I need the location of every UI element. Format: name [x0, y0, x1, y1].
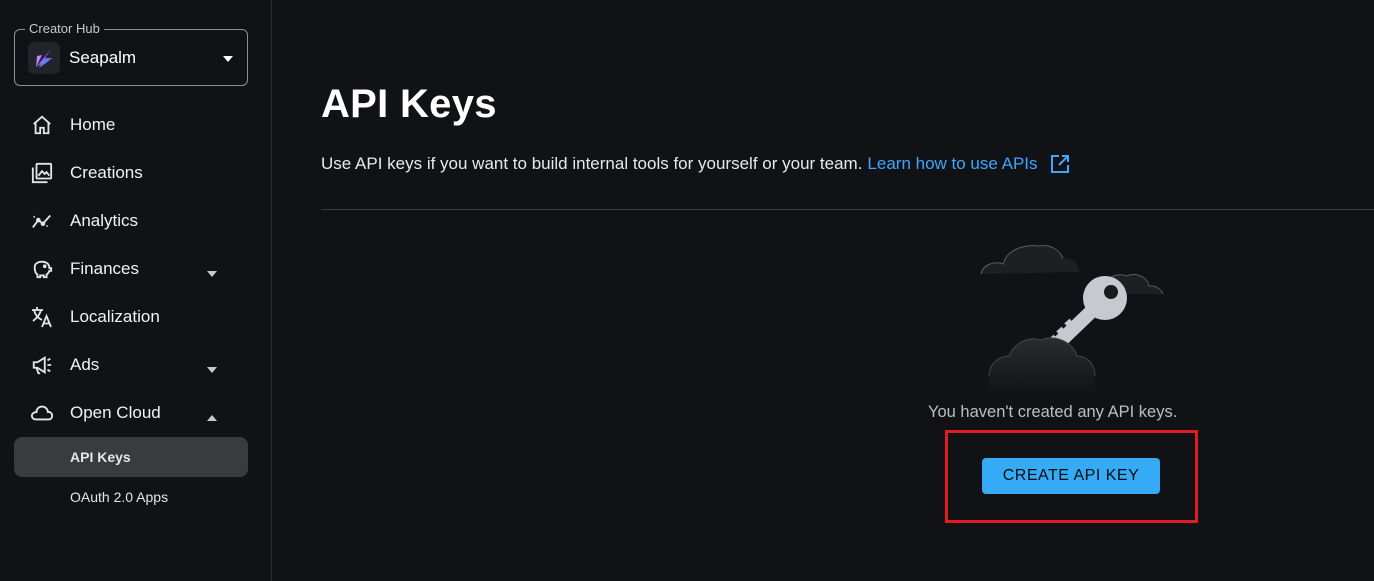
sidebar-item-creations[interactable]: Creations	[0, 149, 272, 197]
sidebar-subitem-label: API Keys	[70, 449, 131, 465]
sidebar-item-label: Localization	[70, 307, 160, 326]
sidebar-item-finances[interactable]: Finances	[0, 245, 272, 293]
sidebar-subitem-api-keys[interactable]: API Keys	[14, 437, 248, 477]
home-icon	[30, 113, 54, 137]
page-description: Use API keys if you want to build intern…	[321, 154, 1070, 174]
create-api-key-button[interactable]: CREATE API KEY	[982, 458, 1160, 494]
sidebar-nav: Home Creations Analytics Finances Locali…	[0, 101, 272, 517]
piggy-bank-icon	[30, 257, 54, 281]
sidebar-item-ads[interactable]: Ads	[0, 341, 272, 389]
creator-hub-label: Creator Hub	[25, 21, 104, 37]
translate-icon	[30, 305, 54, 329]
sidebar-item-label: Ads	[70, 355, 100, 374]
main-content: API Keys Use API keys if you want to bui…	[321, 0, 1374, 581]
divider	[321, 209, 1374, 210]
image-stack-icon	[30, 161, 54, 185]
caret-down-icon	[207, 360, 217, 378]
sidebar-item-label: Finances	[70, 259, 139, 278]
creator-hub-selector[interactable]: Creator Hub Seapalm	[14, 21, 248, 86]
caret-up-icon	[207, 408, 217, 426]
learn-apis-link[interactable]: Learn how to use APIs	[867, 154, 1069, 174]
sidebar-item-label: Creations	[70, 163, 143, 182]
page-title: API Keys	[321, 82, 497, 126]
caret-down-icon	[223, 49, 233, 67]
sidebar: Creator Hub Seapalm Home Creations Analy…	[0, 0, 272, 581]
learn-apis-link-label: Learn how to use APIs	[867, 154, 1038, 173]
experience-logo-icon	[28, 41, 60, 74]
external-link-icon	[1050, 154, 1070, 174]
sidebar-item-label: Home	[70, 115, 116, 134]
key-in-clouds-illustration	[961, 236, 1191, 396]
sidebar-item-analytics[interactable]: Analytics	[0, 197, 272, 245]
empty-state-message: You haven't created any API keys.	[928, 403, 1178, 421]
caret-down-icon	[207, 264, 217, 282]
sidebar-item-open-cloud[interactable]: Open Cloud	[0, 389, 272, 437]
sidebar-item-label: Analytics	[70, 211, 139, 230]
description-text: Use API keys if you want to build intern…	[321, 154, 863, 173]
analytics-icon	[30, 209, 54, 233]
experience-name: Seapalm	[69, 47, 137, 67]
megaphone-icon	[30, 353, 54, 377]
cloud-icon	[30, 401, 54, 425]
sidebar-item-home[interactable]: Home	[0, 101, 272, 149]
sidebar-subitem-oauth-apps[interactable]: OAuth 2.0 Apps	[14, 477, 248, 517]
sidebar-item-label: Open Cloud	[70, 403, 161, 422]
sidebar-subitem-label: OAuth 2.0 Apps	[70, 489, 169, 505]
sidebar-item-localization[interactable]: Localization	[0, 293, 272, 341]
